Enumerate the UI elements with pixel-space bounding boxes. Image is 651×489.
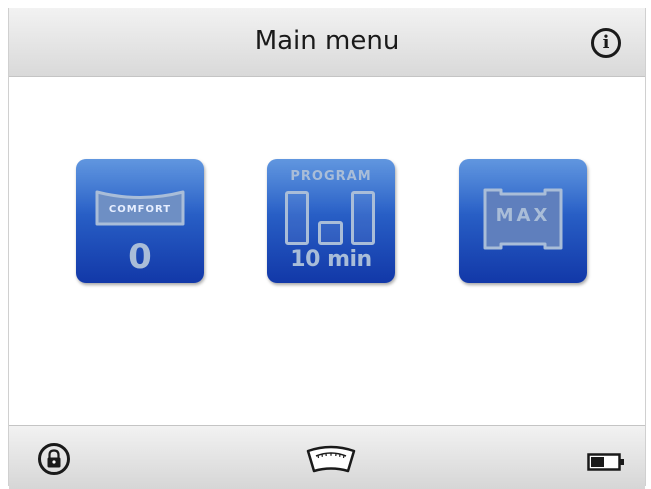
program-button[interactable]: PROGRAM 10 min xyxy=(267,159,395,283)
program-bar-left xyxy=(285,191,309,245)
program-label: PROGRAM xyxy=(267,169,395,184)
page-title: Main menu xyxy=(9,26,645,56)
battery-icon xyxy=(587,453,625,471)
lock-icon[interactable] xyxy=(38,443,70,475)
program-bar-right xyxy=(351,191,375,245)
comfort-value: 0 xyxy=(76,237,204,277)
program-duration: 10 min xyxy=(267,247,395,272)
info-icon[interactable]: i xyxy=(591,28,621,58)
header-bar: Main menu i xyxy=(9,8,645,77)
comfort-button[interactable]: COMFORT 0 xyxy=(76,159,204,283)
gauge-icon[interactable] xyxy=(305,445,357,473)
program-bar-middle xyxy=(318,221,343,245)
comfort-label: COMFORT xyxy=(94,204,186,215)
footer-bar xyxy=(9,425,645,489)
max-button[interactable]: MAX xyxy=(459,159,587,283)
max-label: MAX xyxy=(459,205,587,226)
battery-fill xyxy=(591,457,604,467)
